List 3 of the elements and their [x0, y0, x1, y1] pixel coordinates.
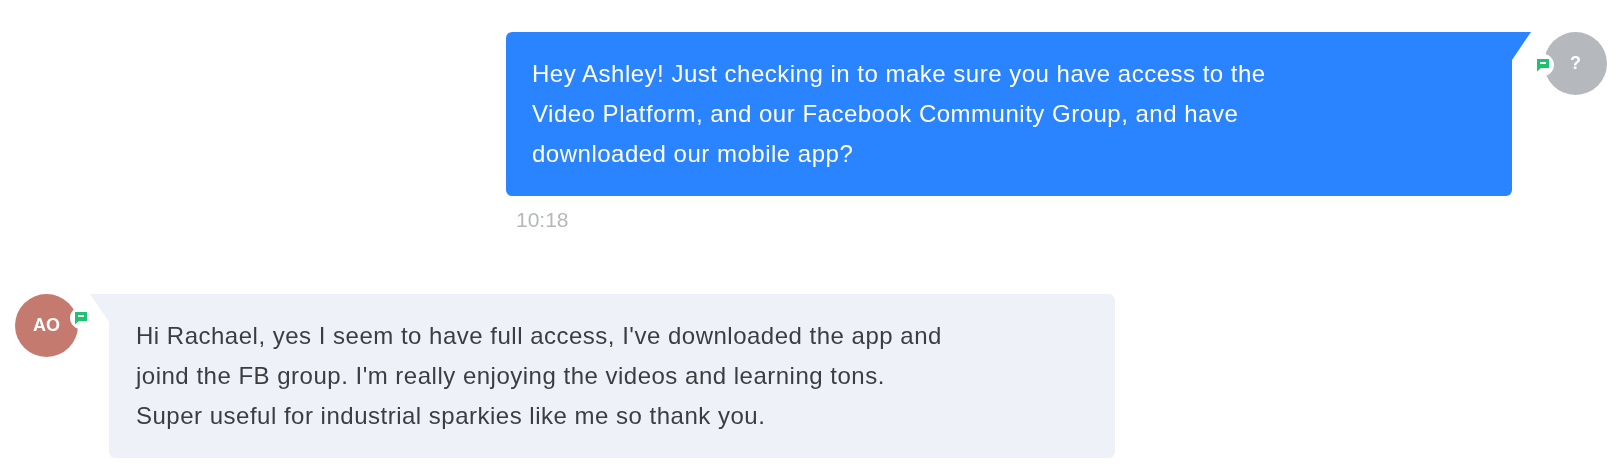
- message-time: 10:18: [516, 208, 569, 232]
- avatar: AO: [15, 294, 78, 357]
- avatar: ?: [1544, 32, 1607, 95]
